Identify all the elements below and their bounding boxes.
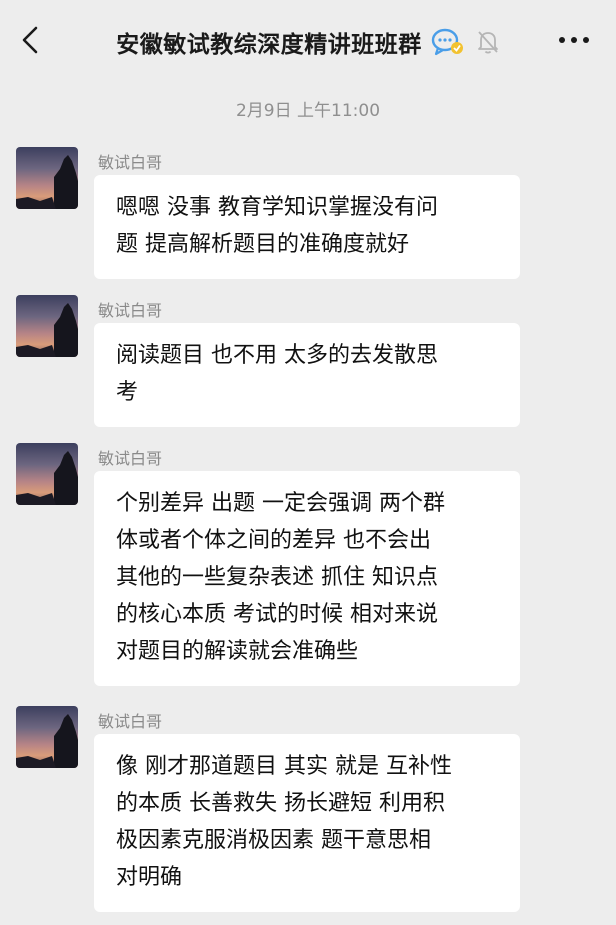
message-bubble[interactable]: 个别差异 出题 一定会强调 两个群 体或者个体之间的差异 也不会出 其他的一些复… <box>94 471 520 686</box>
sender-name: 敏试白哥 <box>98 449 163 468</box>
sunset-avatar-image <box>16 451 78 505</box>
more-dots-icon <box>559 37 589 43</box>
title-icons <box>430 27 500 57</box>
sender-name: 敏试白哥 <box>98 153 163 172</box>
sunset-avatar-image <box>16 155 78 209</box>
chat-header: 安徽敏试教综深度精讲班班群 <box>0 0 616 80</box>
sunset-avatar-image <box>16 714 78 768</box>
message-bubble[interactable]: 像 刚才那道题目 其实 就是 互补性 的本质 长善救失 扬长避短 利用积 极因素… <box>94 734 520 912</box>
message-bubble[interactable]: 阅读题目 也不用 太多的去发散思 考 <box>94 323 520 427</box>
sender-name: 敏试白哥 <box>98 301 163 320</box>
message-bubble[interactable]: 嗯嗯 没事 教育学知识掌握没有问 题 提高解析题目的准确度就好 <box>94 175 520 279</box>
message-timestamp: 2月9日 上午11:00 <box>235 101 381 121</box>
more-button[interactable] <box>554 28 594 52</box>
avatar[interactable] <box>16 147 78 209</box>
sunset-avatar-image <box>16 303 78 357</box>
bell-muted-icon <box>477 31 498 54</box>
avatar[interactable] <box>16 443 78 505</box>
chat-title[interactable]: 安徽敏试教综深度精讲班班群 <box>116 25 422 59</box>
sender-name: 敏试白哥 <box>98 712 163 731</box>
avatar[interactable] <box>16 706 78 768</box>
avatar[interactable] <box>16 295 78 357</box>
chat-group-icon[interactable] <box>430 27 466 57</box>
title-area: 安徽敏试教综深度精讲班班群 <box>0 22 616 62</box>
